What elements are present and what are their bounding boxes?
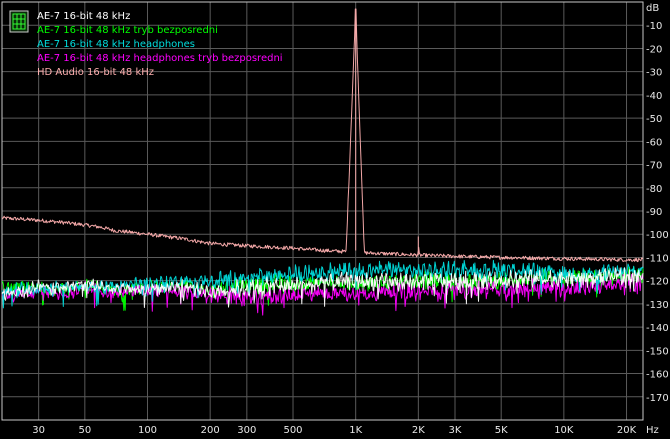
y-tick-label: -150 bbox=[646, 346, 669, 357]
y-tick-label: -110 bbox=[646, 253, 669, 264]
x-unit-label: Hz bbox=[646, 425, 659, 436]
x-tick-label: 200 bbox=[201, 425, 220, 436]
y-tick-label: -50 bbox=[646, 114, 662, 125]
x-tick-label: 10K bbox=[554, 425, 574, 436]
x-tick-label: 500 bbox=[283, 425, 302, 436]
legend-icon bbox=[9, 10, 29, 33]
y-tick-label: -20 bbox=[646, 44, 662, 55]
legend-entry-0: AE-7 16-bit 48 kHz bbox=[37, 11, 130, 22]
y-tick-label: -30 bbox=[646, 68, 662, 79]
y-tick-label: -10 bbox=[646, 21, 662, 32]
x-tick-label: 1K bbox=[349, 425, 362, 436]
y-tick-label: -170 bbox=[646, 393, 669, 404]
x-tick-label: 300 bbox=[237, 425, 256, 436]
y-tick-label: -140 bbox=[646, 323, 669, 334]
legend-entry-1: AE-7 16-bit 48 kHz tryb bezposredni bbox=[37, 25, 218, 36]
spectrum-chart: -10 -20 -30 -40 -50 -60 -70 -80 -90 -100 -110 -120 -… bbox=[0, 0, 670, 439]
x-tick-label: 50 bbox=[78, 425, 91, 436]
y-tick-label: -40 bbox=[646, 91, 662, 102]
y-tick-label: -100 bbox=[646, 230, 669, 241]
x-tick-label: 3K bbox=[449, 425, 462, 436]
x-tick-label: 2K bbox=[412, 425, 425, 436]
y-tick-label: -160 bbox=[646, 370, 669, 381]
x-tick-label: 20K bbox=[617, 425, 637, 436]
x-tick-label: 30 bbox=[32, 425, 45, 436]
y-unit-label: dB bbox=[646, 3, 659, 14]
y-tick-label: -70 bbox=[646, 161, 662, 172]
y-tick-label: -120 bbox=[646, 277, 669, 288]
legend-entry-3: AE-7 16-bit 48 kHz headphones tryb bezpo… bbox=[37, 53, 283, 64]
y-tick-label: -130 bbox=[646, 300, 669, 311]
y-tick-label: -60 bbox=[646, 137, 662, 148]
x-tick-label: 100 bbox=[138, 425, 157, 436]
legend-entry-2: AE-7 16-bit 48 kHz headphones bbox=[37, 39, 195, 50]
legend-entry-4: HD Audio 16-bit 48 kHz bbox=[37, 67, 154, 78]
x-tick-label: 5K bbox=[495, 425, 508, 436]
y-tick-label: -90 bbox=[646, 207, 662, 218]
y-tick-label: -80 bbox=[646, 184, 662, 195]
